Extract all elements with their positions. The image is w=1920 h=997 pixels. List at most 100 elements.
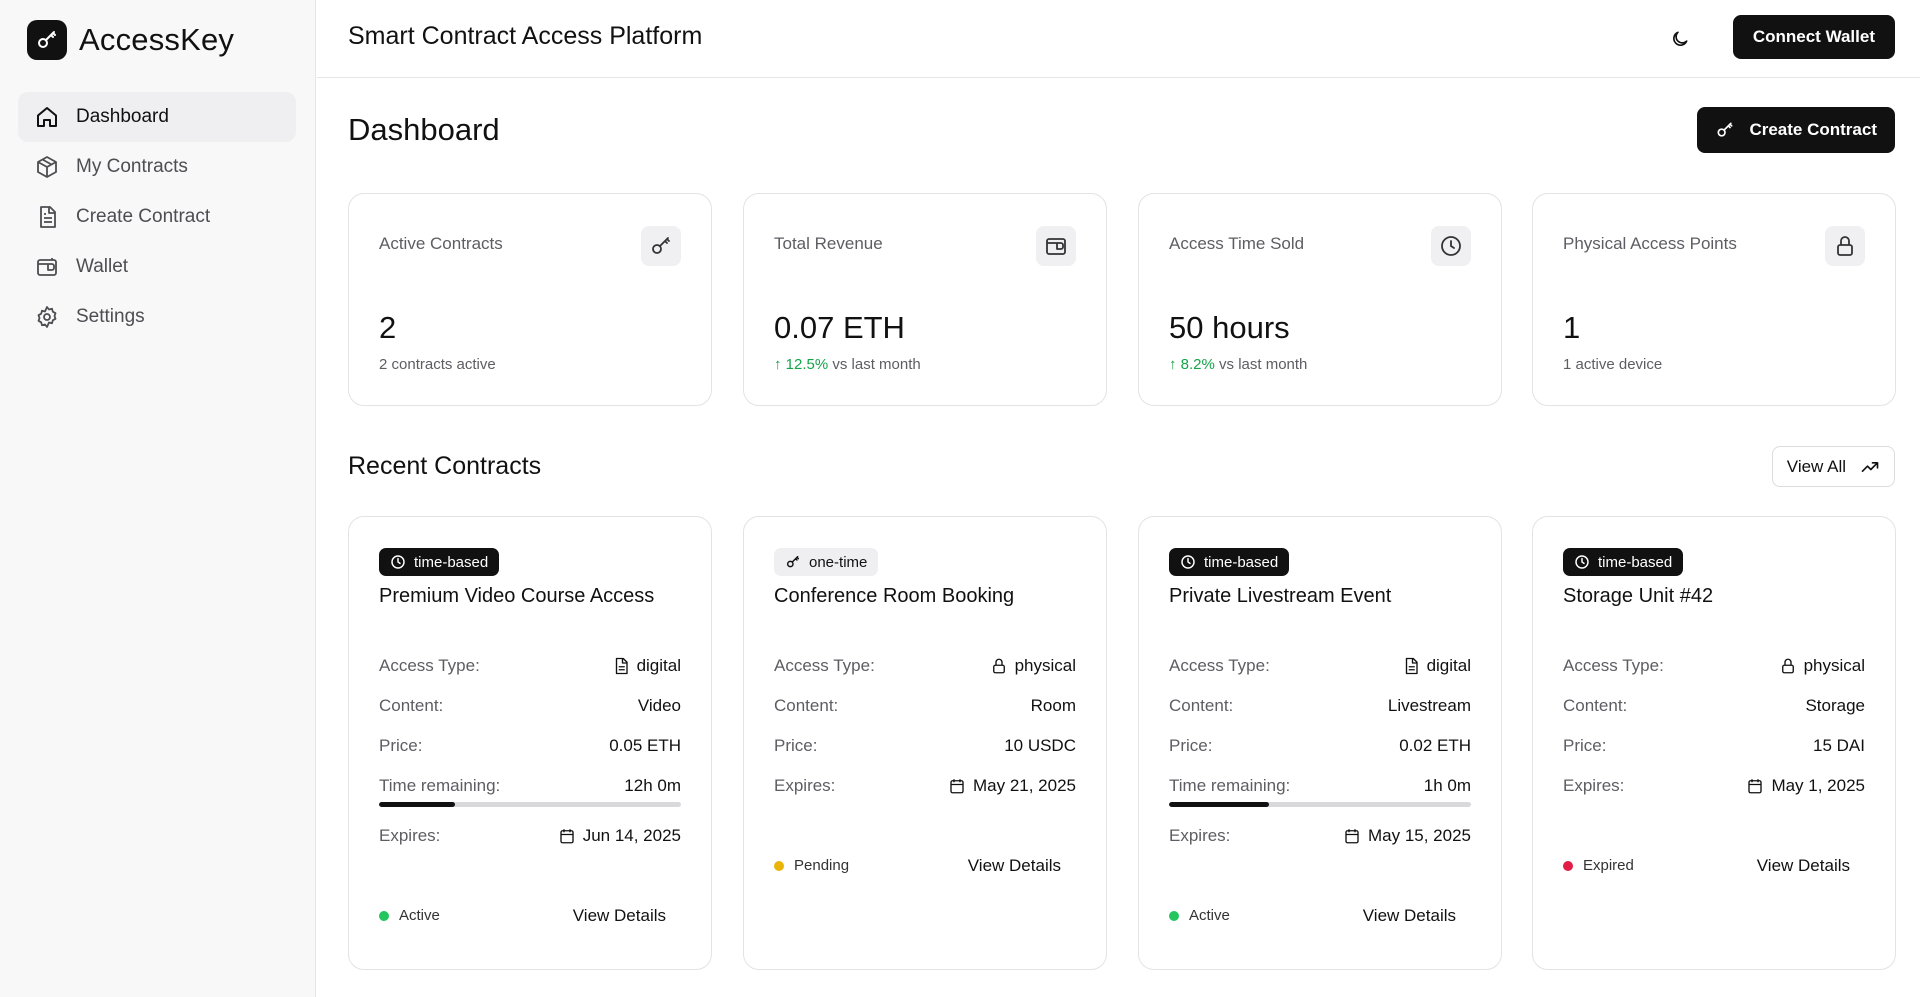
- clock-icon: [391, 555, 405, 569]
- badge-label: time-based: [1204, 553, 1279, 571]
- contract-type-badge: one-time: [774, 548, 879, 576]
- sidebar-item-label: Create Contract: [76, 206, 211, 227]
- status-dot: [1169, 910, 1179, 921]
- field-value: digital: [612, 656, 681, 676]
- clock-icon: [1181, 555, 1195, 569]
- field-label: Price:: [1563, 736, 1607, 755]
- document-icon: [1405, 657, 1418, 675]
- wallet-icon: [34, 254, 60, 280]
- document-icon: [34, 204, 60, 230]
- field-value: Livestream: [1387, 696, 1471, 715]
- expires-row: Expires: Jun 14, 2025: [379, 824, 681, 848]
- box-icon: [34, 154, 60, 180]
- field-value: 12h 0m: [624, 776, 681, 795]
- key-icon: [1717, 122, 1733, 137]
- view-details-link[interactable]: View Details: [1363, 906, 1456, 926]
- status-badge: Active: [1169, 907, 1230, 924]
- field-value: 0.02 ETH: [1399, 736, 1471, 755]
- price-row: Price: 15 DAI: [1563, 734, 1865, 758]
- field-label: Price:: [1169, 736, 1213, 755]
- field-label: Expires:: [1169, 826, 1231, 845]
- stat-card-access-time-sold: Access Time Sold 50 hours ↑ 8.2% vs last…: [1138, 193, 1502, 406]
- wallet-icon: [1036, 226, 1076, 266]
- status-dot: [1563, 860, 1573, 871]
- status-label: Expired: [1583, 857, 1634, 874]
- contract-title: Conference Room Booking: [774, 585, 1015, 607]
- field-value: 10 USDC: [1004, 736, 1076, 755]
- contract-card: time-based Private Livestream Event Acce…: [1138, 516, 1502, 970]
- stat-value: 0.07 ETH: [774, 310, 905, 345]
- create-contract-label: Create Contract: [1749, 120, 1877, 139]
- stat-card-physical-access-points: Physical Access Points 1 1 active device: [1532, 193, 1896, 406]
- connect-wallet-button[interactable]: Connect Wallet: [1732, 15, 1895, 59]
- stat-subtext: 2 contracts active: [379, 356, 496, 373]
- content-row: Content: Livestream: [1169, 694, 1471, 718]
- expires-value: Jun 14, 2025: [582, 826, 681, 845]
- sidebar-item-wallet[interactable]: Wallet: [18, 242, 296, 292]
- field-label: Expires:: [1563, 776, 1625, 795]
- field-label: Price:: [774, 736, 818, 755]
- contract-title: Premium Video Course Access: [379, 585, 655, 607]
- key-logo-icon: [27, 20, 67, 60]
- sidebar-item-dashboard[interactable]: Dashboard: [18, 92, 296, 142]
- create-contract-button[interactable]: Create Contract: [1697, 107, 1895, 153]
- view-details-link[interactable]: View Details: [1757, 856, 1850, 876]
- status-dot: [774, 860, 784, 871]
- stat-subtext: 1 active device: [1563, 356, 1663, 373]
- field-value: physical: [990, 656, 1076, 676]
- calendar-icon: [560, 829, 574, 844]
- sidebar-item-settings[interactable]: Settings: [18, 292, 296, 342]
- app-title: Smart Contract Access Platform: [348, 22, 703, 50]
- access-type-value: physical: [1803, 656, 1865, 675]
- expires-value: May 21, 2025: [972, 776, 1076, 795]
- clock-icon: [1431, 226, 1471, 266]
- time-remaining-row: Time remaining: 12h 0m: [379, 774, 681, 798]
- sidebar-item-label: Dashboard: [76, 106, 169, 127]
- sidebar-item-create-contract[interactable]: Create Contract: [18, 192, 296, 242]
- content-row: Content: Room: [774, 694, 1076, 718]
- brand[interactable]: AccessKey: [27, 20, 234, 60]
- trending-up-icon: [1861, 461, 1879, 472]
- view-details-link[interactable]: View Details: [968, 856, 1061, 876]
- contract-title: Storage Unit #42: [1563, 585, 1714, 607]
- stat-change: ↑ 12.5%: [774, 356, 829, 373]
- gear-icon: [34, 304, 60, 330]
- contract-type-badge: time-based: [1169, 548, 1290, 576]
- access-type-value: physical: [1014, 656, 1076, 675]
- field-value: May 15, 2025: [1343, 826, 1471, 846]
- status-badge: Pending: [774, 857, 849, 874]
- lock-icon: [992, 658, 1005, 674]
- recent-contracts-title: Recent Contracts: [348, 452, 542, 480]
- status-label: Active: [1189, 907, 1230, 924]
- view-all-label: View All: [1786, 456, 1846, 476]
- theme-toggle-button[interactable]: [1663, 22, 1697, 56]
- app-name: AccessKey: [79, 22, 235, 57]
- stat-value: 2: [379, 310, 397, 345]
- access-type-value: digital: [1426, 656, 1471, 675]
- price-row: Price: 0.02 ETH: [1169, 734, 1471, 758]
- home-icon: [34, 104, 60, 130]
- field-label: Price:: [379, 736, 423, 755]
- calendar-icon: [1748, 779, 1763, 794]
- price-row: Price: 10 USDC: [774, 734, 1076, 758]
- field-label: Access Type:: [379, 656, 480, 675]
- stat-card-active-contracts: Active Contracts 2 2 contracts active: [348, 193, 712, 406]
- sidebar-item-label: My Contracts: [76, 156, 188, 177]
- contract-card: time-based Storage Unit #42 Access Type:…: [1532, 516, 1896, 970]
- sidebar-item-my-contracts[interactable]: My Contracts: [18, 142, 296, 192]
- contract-title: Private Livestream Event: [1169, 585, 1392, 607]
- field-label: Time remaining:: [379, 776, 501, 795]
- expires-row: Expires: May 15, 2025: [1169, 824, 1471, 848]
- contract-card: one-time Conference Room Booking Access …: [743, 516, 1107, 970]
- stat-compare: vs last month: [828, 356, 921, 373]
- sidebar-item-label: Wallet: [76, 256, 129, 277]
- field-label: Access Type:: [774, 656, 875, 675]
- access-type-row: Access Type: physical: [774, 654, 1076, 678]
- stat-label: Total Revenue: [774, 234, 883, 253]
- view-details-link[interactable]: View Details: [573, 906, 666, 926]
- expires-value: May 15, 2025: [1367, 826, 1471, 845]
- access-type-value: digital: [636, 656, 681, 675]
- stat-compare: vs last month: [1214, 356, 1308, 373]
- view-all-button[interactable]: View All: [1771, 446, 1895, 487]
- field-value: 1h 0m: [1423, 776, 1471, 795]
